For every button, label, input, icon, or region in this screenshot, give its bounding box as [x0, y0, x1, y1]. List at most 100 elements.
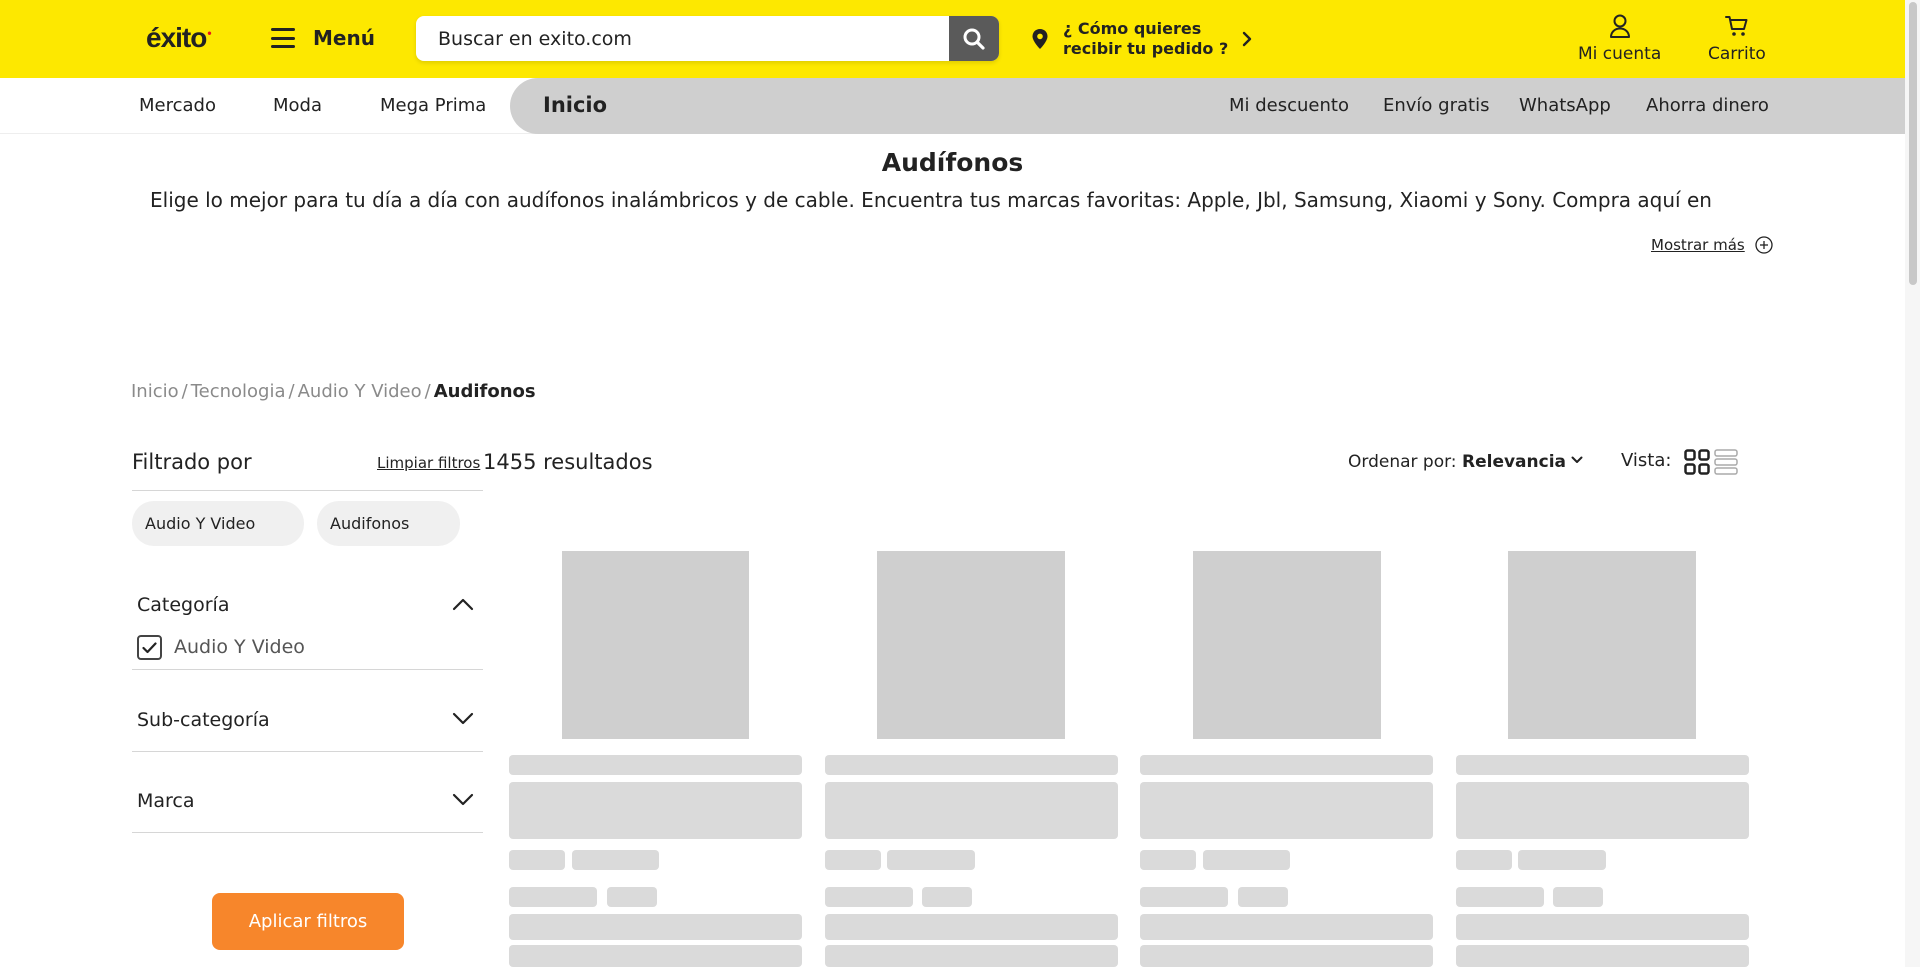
text-placeholder: [607, 887, 657, 907]
show-more-link[interactable]: Mostrar más: [1651, 236, 1773, 254]
exito-logo[interactable]: éxito•: [146, 22, 212, 54]
account-button[interactable]: Mi cuenta: [1578, 14, 1661, 64]
text-placeholder: [1456, 945, 1749, 967]
search-bar: [416, 16, 999, 61]
delivery-line-1: ¿ Cómo quieres: [1063, 19, 1202, 38]
filter-section-marca[interactable]: Marca: [137, 790, 195, 812]
checkbox-label: Audio Y Video: [174, 636, 305, 658]
grid-view-icon[interactable]: [1684, 449, 1710, 475]
hamburger-icon: [271, 28, 295, 48]
text-placeholder: [509, 945, 802, 967]
logo-text: éxito: [146, 22, 207, 53]
filter-section-subcategoria[interactable]: Sub-categoría: [137, 709, 270, 731]
search-icon: [963, 28, 985, 50]
nav-ahorra-dinero[interactable]: Ahorra dinero: [1646, 95, 1769, 116]
cart-label: Carrito: [1708, 44, 1766, 64]
breadcrumb-separator: /: [288, 381, 295, 402]
chevron-down-icon[interactable]: [1571, 456, 1583, 464]
account-label: Mi cuenta: [1578, 44, 1662, 64]
text-placeholder: [509, 887, 597, 907]
text-placeholder: [1140, 945, 1433, 967]
text-placeholder: [1518, 850, 1606, 870]
nav-mega-prima[interactable]: Mega Prima: [380, 95, 486, 116]
text-placeholder: [825, 914, 1118, 940]
filter-chip-audio-video[interactable]: Audio Y Video: [132, 501, 304, 546]
filter-section-categoria[interactable]: Categoría: [137, 594, 229, 616]
results-count: 1455 resultados: [483, 450, 653, 474]
text-placeholder: [509, 782, 802, 839]
filters-title: Filtrado por: [132, 450, 252, 474]
text-placeholder: [572, 850, 659, 870]
text-placeholder: [825, 782, 1118, 839]
text-placeholder: [1140, 887, 1228, 907]
delivery-selector[interactable]: ¿ Cómo quieres recibir tu pedido ?: [1031, 19, 1252, 59]
scrollbar-thumb[interactable]: [1909, 2, 1917, 285]
product-image-placeholder: [877, 551, 1065, 739]
breadcrumb-inicio[interactable]: Inicio: [131, 381, 179, 402]
breadcrumb-current: Audifonos: [433, 381, 536, 402]
list-view-icon[interactable]: [1714, 449, 1738, 475]
location-pin-icon: [1032, 29, 1048, 49]
delivery-line-2: recibir tu pedido ?: [1063, 39, 1229, 58]
cart-icon: [1724, 16, 1748, 36]
text-placeholder: [1456, 782, 1749, 839]
text-placeholder: [1238, 887, 1288, 907]
sort-select[interactable]: Relevancia: [1462, 452, 1566, 472]
divider: [132, 751, 483, 752]
nav-inicio[interactable]: Inicio: [543, 93, 607, 117]
nav-moda[interactable]: Moda: [273, 95, 322, 116]
apply-filters-button[interactable]: Aplicar filtros: [212, 893, 404, 950]
filter-chip-audifonos[interactable]: Audifonos: [317, 501, 460, 546]
divider: [132, 669, 483, 670]
show-more-label: Mostrar más: [1651, 236, 1745, 254]
text-placeholder: [1553, 887, 1603, 907]
category-nav: Mercado Moda Mega Prima Inicio Mi descue…: [0, 78, 1905, 134]
breadcrumb-audio-video[interactable]: Audio Y Video: [298, 381, 422, 402]
text-placeholder: [509, 914, 802, 940]
search-input[interactable]: [438, 16, 938, 61]
text-placeholder: [509, 850, 565, 870]
nav-mi-descuento[interactable]: Mi descuento: [1229, 95, 1349, 116]
divider: [132, 490, 483, 491]
check-icon: [142, 641, 157, 653]
text-placeholder: [825, 887, 913, 907]
text-placeholder: [1140, 755, 1433, 775]
sort-label: Ordenar por:: [1348, 452, 1457, 472]
nav-mercado[interactable]: Mercado: [139, 95, 216, 116]
text-placeholder: [825, 850, 881, 870]
product-image-placeholder: [1193, 551, 1381, 739]
chevron-right-icon: [1243, 31, 1252, 47]
text-placeholder: [1140, 782, 1433, 839]
text-placeholder: [1456, 887, 1544, 907]
text-placeholder: [922, 887, 972, 907]
checkbox-audio-video[interactable]: [137, 635, 162, 660]
text-placeholder: [887, 850, 975, 870]
cart-button[interactable]: Carrito: [1708, 14, 1766, 64]
logo-dot: •: [207, 25, 211, 40]
text-placeholder: [1140, 914, 1433, 940]
chevron-down-icon[interactable]: [452, 793, 474, 807]
text-placeholder: [825, 945, 1118, 967]
breadcrumb-separator: /: [424, 381, 431, 402]
menu-button[interactable]: Menú: [271, 22, 375, 54]
breadcrumb-separator: /: [181, 381, 188, 402]
category-description: Elige lo mejor para tu día a día con aud…: [150, 188, 1712, 212]
breadcrumb: Inicio / Tecnologia / Audio Y Video / Audifono…: [131, 381, 536, 402]
chevron-down-icon[interactable]: [452, 712, 474, 726]
chevron-up-icon[interactable]: [452, 597, 474, 611]
breadcrumb-tecnologia[interactable]: Tecnologia: [191, 381, 286, 402]
clear-filters-link[interactable]: Limpiar filtros: [377, 454, 480, 472]
text-placeholder: [1203, 850, 1290, 870]
menu-label: Menú: [313, 26, 375, 50]
product-image-placeholder: [562, 551, 749, 739]
nav-envio-gratis[interactable]: Envío gratis: [1383, 95, 1489, 116]
text-placeholder: [1456, 914, 1749, 940]
product-image-placeholder: [1508, 551, 1696, 739]
text-placeholder: [1456, 755, 1749, 775]
text-placeholder: [509, 755, 802, 775]
page-scrollbar[interactable]: [1905, 0, 1920, 967]
search-button[interactable]: [949, 16, 999, 61]
text-placeholder: [1140, 850, 1196, 870]
nav-whatsapp[interactable]: WhatsApp: [1519, 95, 1611, 116]
delivery-text: ¿ Cómo quieres recibir tu pedido ?: [1063, 19, 1228, 59]
